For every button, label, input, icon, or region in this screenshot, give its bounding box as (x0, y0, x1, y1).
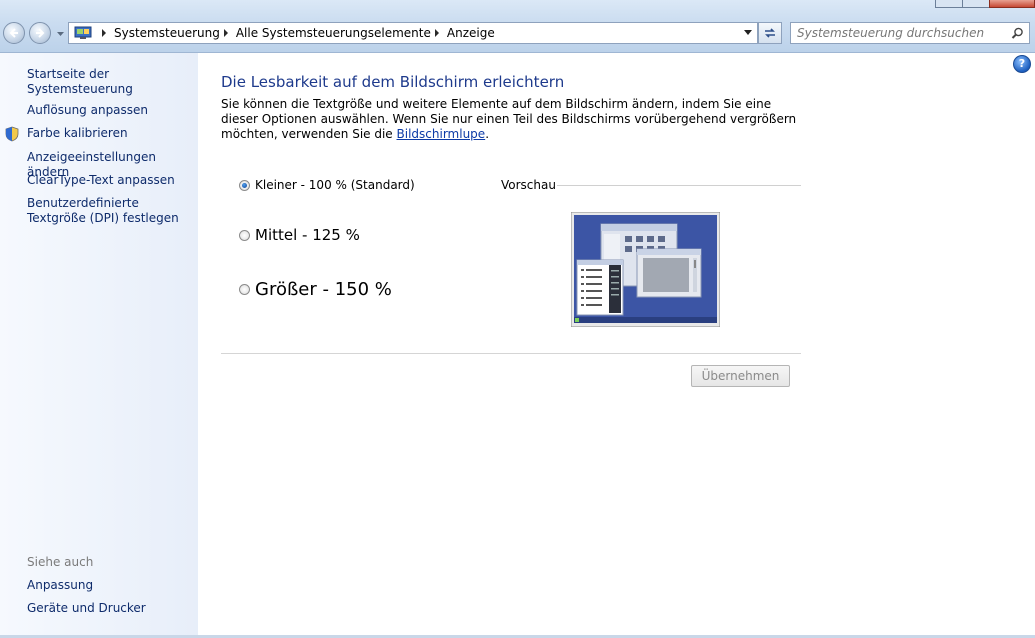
breadcrumb-alle-elemente[interactable]: Alle Systemsteuerungselemente (236, 26, 431, 40)
option-small-label[interactable]: Kleiner - 100 % (Standard) (255, 178, 415, 192)
recent-pages-dropdown-icon[interactable] (56, 30, 65, 38)
arrow-left-icon (9, 28, 18, 38)
page-description: Sie können die Textgröße und weitere Ele… (221, 97, 801, 142)
forward-button[interactable] (29, 22, 51, 44)
refresh-icon (765, 28, 775, 38)
sidebar-item-calibrate-color[interactable]: Farbe kalibrieren (27, 126, 195, 141)
sidebar-item-custom-dpi[interactable]: Benutzerdefinierte Textgröße (DPI) festl… (27, 196, 195, 226)
breadcrumb-systemsteuerung[interactable]: Systemsteuerung (114, 26, 220, 40)
search-input[interactable] (797, 24, 1002, 42)
description-end: . (485, 127, 490, 141)
breadcrumb-separator-icon[interactable] (223, 29, 228, 37)
display-preview-image (571, 212, 720, 327)
apply-button[interactable]: Übernehmen (691, 365, 790, 387)
help-button[interactable]: ? (1013, 55, 1031, 73)
control-panel-icon (74, 26, 92, 39)
search-icon[interactable] (1011, 27, 1024, 40)
option-medium[interactable]: Mittel - 125 % (239, 226, 360, 244)
sidebar-item-resolution[interactable]: Auflösung anpassen (27, 103, 195, 118)
option-medium-label[interactable]: Mittel - 125 % (255, 226, 360, 244)
preview-label: Vorschau (501, 178, 556, 192)
close-button[interactable] (989, 0, 1035, 8)
address-bar[interactable]: Systemsteuerung Alle Systemsteuerungsele… (68, 22, 758, 44)
breadcrumb-separator-icon[interactable] (102, 29, 106, 37)
page-title: Die Lesbarkeit auf dem Bildschirm erleic… (221, 73, 565, 91)
see-also-devices-printers[interactable]: Geräte und Drucker (27, 601, 195, 616)
radio-small[interactable] (239, 179, 250, 191)
back-button[interactable] (3, 22, 25, 44)
radio-medium[interactable] (239, 229, 250, 241)
breadcrumb-separator-icon[interactable] (434, 29, 439, 37)
see-also-personalization[interactable]: Anpassung (27, 578, 195, 593)
radio-large[interactable] (239, 284, 250, 295)
breadcrumb-anzeige[interactable]: Anzeige (447, 26, 495, 40)
refresh-button[interactable] (758, 22, 782, 44)
sidebar-home-link[interactable]: Startseite der Systemsteuerung (27, 67, 195, 97)
section-divider (221, 353, 801, 354)
arrow-right-icon (36, 28, 45, 38)
window-buttons (935, 0, 1035, 8)
magnifier-link[interactable]: Bildschirmlupe (397, 127, 486, 141)
help-icon: ? (1018, 57, 1026, 70)
search-box[interactable] (790, 22, 1030, 44)
maximize-button[interactable] (962, 0, 990, 8)
sidebar-item-cleartype[interactable]: ClearType-Text anpassen (27, 173, 195, 188)
address-dropdown-icon[interactable] (744, 30, 752, 35)
minimize-button[interactable] (935, 0, 963, 8)
option-large[interactable]: Größer - 150 % (239, 279, 392, 300)
uac-shield-icon (5, 126, 19, 142)
description-text: Sie können die Textgröße und weitere Ele… (221, 97, 797, 141)
main-content: ? Die Lesbarkeit auf dem Bildschirm erle… (199, 53, 1035, 635)
navigation-bar: Systemsteuerung Alle Systemsteuerungsele… (0, 0, 1035, 53)
option-small[interactable]: Kleiner - 100 % (Standard) (239, 178, 415, 192)
option-large-label[interactable]: Größer - 150 % (255, 279, 392, 300)
sidebar: Startseite der Systemsteuerung Auflösung… (0, 53, 198, 635)
see-also-heading: Siehe auch (27, 555, 94, 569)
preview-divider (557, 185, 801, 186)
